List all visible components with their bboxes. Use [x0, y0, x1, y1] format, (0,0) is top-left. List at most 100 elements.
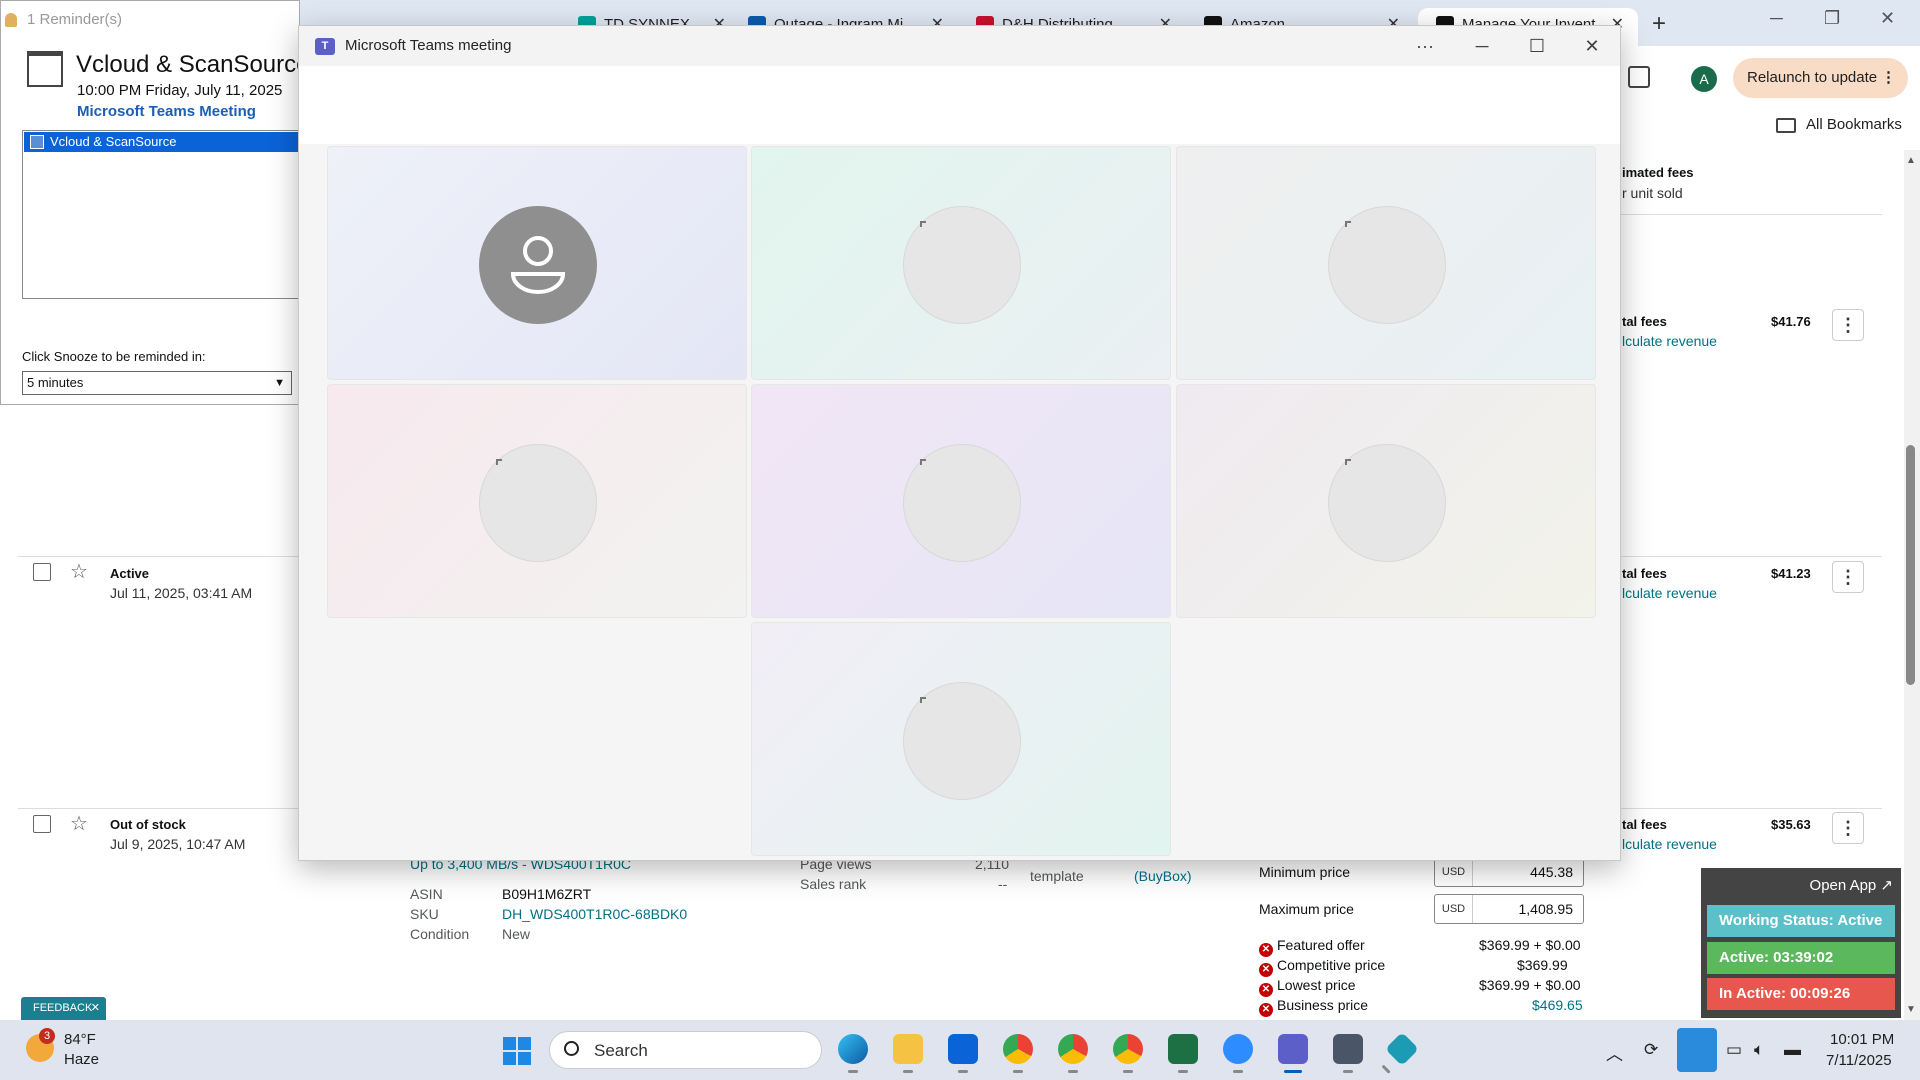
feedback-close-icon[interactable]: ✕: [91, 997, 100, 1020]
calculator-icon[interactable]: [1333, 1034, 1363, 1073]
currency-label: USD: [1435, 858, 1473, 886]
sync-icon[interactable]: ⟳: [1644, 1040, 1658, 1060]
close-icon[interactable]: ✕: [1880, 8, 1895, 29]
competitive-price-row: ✕ Competitive price: [1259, 957, 1385, 977]
zoom-icon[interactable]: [1223, 1034, 1253, 1073]
broken-image-icon: [1345, 221, 1351, 227]
calendar-icon: [27, 51, 63, 87]
row-actions-icon[interactable]: ⋮: [1832, 309, 1864, 341]
maximum-price-input[interactable]: USD 1,408.95: [1434, 894, 1584, 924]
network-icon[interactable]: ▭: [1726, 1040, 1742, 1060]
error-x-icon: ✕: [1259, 943, 1273, 957]
snooze-value: 5 minutes: [27, 375, 84, 390]
participant-avatar: [1328, 444, 1446, 562]
favorite-star-icon[interactable]: ☆: [70, 811, 88, 836]
new-tab-icon[interactable]: +: [1652, 10, 1666, 38]
condition-value: New: [502, 926, 531, 942]
reminder-time: 10:00 PM Friday, July 11, 2025: [77, 82, 283, 99]
sales-rank-label: Sales rank: [800, 876, 867, 892]
extensions-icon[interactable]: [1628, 66, 1650, 88]
weather-alert-badge: 3: [39, 1028, 55, 1044]
reminder-window: 1 Reminder(s) Vcloud & ScanSource 10:00 …: [0, 0, 309, 405]
chevron-down-icon: ▼: [274, 377, 285, 389]
relaunch-label: Relaunch to update: [1747, 69, 1878, 86]
all-bookmarks-link[interactable]: All Bookmarks: [1806, 116, 1902, 133]
feedback-button[interactable]: FEEDBACK ✕: [21, 997, 106, 1020]
maximize-icon[interactable]: ☐: [1521, 30, 1553, 62]
excel-icon[interactable]: [1168, 1034, 1198, 1073]
reminder-list[interactable]: Vcloud & ScanSource: [22, 130, 302, 299]
participant-tile[interactable]: [751, 622, 1171, 856]
reminder-list-item[interactable]: Vcloud & ScanSource: [24, 132, 302, 152]
participant-tile[interactable]: [327, 384, 747, 618]
close-icon[interactable]: ✕: [1576, 30, 1608, 62]
weather-description[interactable]: Haze: [64, 1051, 99, 1068]
calculate-revenue-link[interactable]: lculate revenue: [1622, 585, 1717, 601]
minimize-icon[interactable]: ─: [1466, 30, 1498, 62]
volume-icon[interactable]: 🔈︎: [1754, 1040, 1764, 1060]
search-placeholder: Search: [594, 1041, 648, 1060]
business-price-label: Business price: [1277, 997, 1369, 1013]
clock-time[interactable]: 10:01 PM: [1830, 1031, 1894, 1048]
buybox-link[interactable]: (BuyBox): [1134, 868, 1192, 884]
edge-icon[interactable]: [838, 1034, 868, 1073]
scroll-down-icon[interactable]: ▼: [1906, 1004, 1916, 1015]
scroll-up-icon[interactable]: ▲: [1906, 155, 1916, 166]
total-fees-value: $35.63: [1771, 817, 1811, 832]
meeting-header: [299, 66, 1620, 144]
participant-tile[interactable]: [751, 384, 1171, 618]
participant-tile[interactable]: [327, 146, 747, 380]
price-value: 1,408.95: [1518, 901, 1574, 917]
folder-icon: [1776, 118, 1796, 133]
participant-avatar: [1328, 206, 1446, 324]
default-avatar-icon: [479, 206, 597, 324]
teams-icon[interactable]: [1278, 1034, 1308, 1073]
kebab-menu-icon[interactable]: ⋮: [1881, 58, 1896, 98]
competitive-price-value: $369.99: [1517, 957, 1568, 973]
restore-icon[interactable]: ❐: [1824, 8, 1840, 29]
scrollbar-thumb[interactable]: [1906, 445, 1915, 685]
snooze-duration-select[interactable]: 5 minutes ▼: [22, 371, 292, 395]
row-checkbox[interactable]: [33, 563, 51, 581]
lowest-price-value: $369.99 + $0.00: [1479, 977, 1581, 993]
active-time-bar: Active: 03:39:02: [1707, 942, 1895, 974]
bell-icon: [5, 13, 17, 27]
participant-tile[interactable]: [1176, 146, 1596, 380]
open-app-button[interactable]: Open App ↗: [1810, 876, 1893, 894]
more-options-icon[interactable]: ···: [1409, 30, 1441, 62]
total-fees-value: $41.76: [1771, 314, 1811, 329]
reminder-location: Microsoft Teams Meeting: [77, 103, 256, 120]
row-actions-icon[interactable]: ⋮: [1832, 812, 1864, 844]
profile-avatar[interactable]: A: [1691, 66, 1717, 92]
file-explorer-icon[interactable]: [893, 1034, 923, 1073]
participant-tile[interactable]: [1176, 384, 1596, 618]
clock-date[interactable]: 7/11/2025: [1826, 1052, 1892, 1069]
microphone-in-use-icon[interactable]: [1677, 1028, 1717, 1072]
relaunch-button[interactable]: Relaunch to update ⋮: [1733, 58, 1908, 98]
business-price-value[interactable]: $469.65: [1532, 997, 1583, 1013]
sku-value[interactable]: DH_WDS400T1R0C-68BDK0: [502, 906, 687, 922]
participant-tile[interactable]: [751, 146, 1171, 380]
calculate-revenue-link[interactable]: lculate revenue: [1622, 333, 1717, 349]
lowest-price-label: Lowest price: [1277, 977, 1356, 993]
favorite-star-icon[interactable]: ☆: [70, 559, 88, 584]
row-actions-icon[interactable]: ⋮: [1832, 561, 1864, 593]
minimum-price-input[interactable]: USD 445.38: [1434, 857, 1584, 887]
calculate-revenue-link[interactable]: lculate revenue: [1622, 836, 1717, 852]
listing-date: Jul 11, 2025, 03:41 AM: [110, 585, 253, 601]
battery-icon[interactable]: ▬: [1784, 1040, 1801, 1060]
show-hidden-icons-chevron-icon[interactable]: ︿: [1606, 1040, 1623, 1065]
weather-temperature[interactable]: 84°F: [64, 1031, 96, 1048]
total-fees-label: tal fees: [1622, 817, 1667, 832]
outlook-icon[interactable]: [948, 1034, 978, 1073]
chrome-profile-icon[interactable]: [1058, 1034, 1088, 1073]
taskbar-search[interactable]: Search: [549, 1031, 822, 1069]
asin-label: ASIN: [410, 886, 443, 902]
row-checkbox[interactable]: [33, 815, 51, 833]
participant-avatar: [903, 444, 1021, 562]
chrome-icon[interactable]: [1003, 1034, 1033, 1073]
minimize-icon[interactable]: ─: [1770, 8, 1783, 29]
feedback-label: FEEDBACK: [33, 1002, 93, 1014]
chrome-profile-icon[interactable]: [1113, 1034, 1143, 1073]
windows-start-icon[interactable]: [503, 1037, 531, 1065]
